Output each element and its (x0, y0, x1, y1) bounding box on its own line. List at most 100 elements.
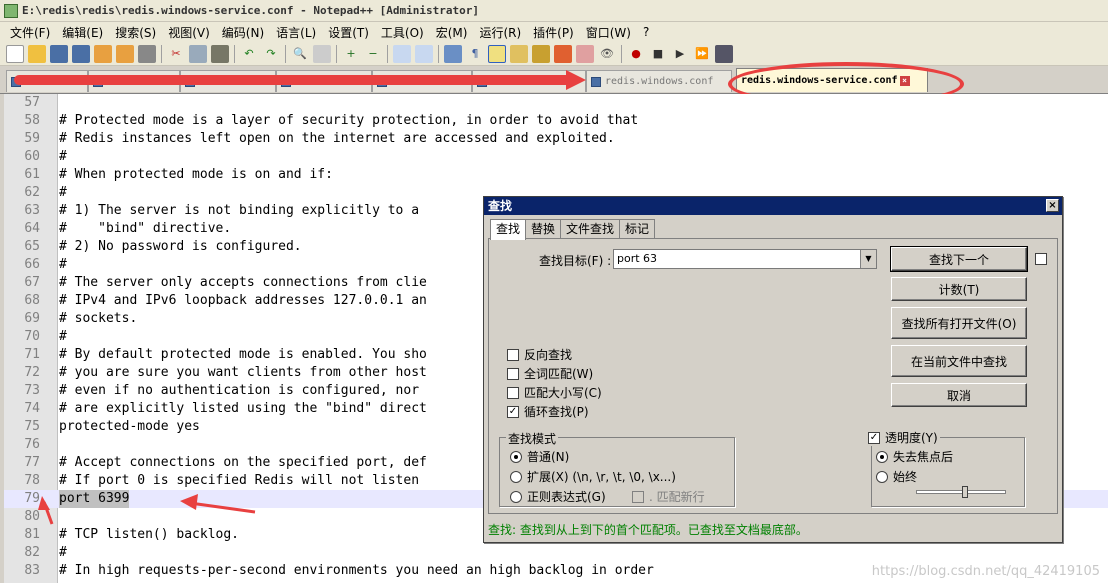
monitoring-icon[interactable]: 👁 (598, 45, 616, 63)
find-input[interactable]: port 63 ▼ (613, 249, 877, 269)
annotation-arrow-tabs (14, 75, 574, 85)
tab-replace[interactable]: 替换 (525, 219, 562, 239)
find-all-open-button[interactable]: 查找所有打开文件(O) (891, 307, 1027, 339)
toolbar-separator (336, 44, 337, 63)
run-macro-multiple-icon[interactable]: ⏩ (693, 45, 711, 63)
mode-regex-radio[interactable]: 正则表达式(G) (510, 488, 606, 505)
code-line[interactable]: 59 # Redis instances left open on the int… (4, 130, 1108, 148)
transparency-checkbox[interactable]: ✓ 透明度(Y) (868, 429, 940, 446)
close-icon[interactable]: × (1046, 199, 1059, 212)
find-input-value: port 63 (617, 252, 658, 265)
annotation-arrowhead-tabs (566, 70, 586, 90)
count-button[interactable]: 计数(T) (891, 277, 1027, 301)
zoom-in-icon[interactable]: + (342, 45, 360, 63)
record-macro-icon[interactable]: ● (627, 45, 645, 63)
show-all-chars-icon[interactable]: ¶ (466, 45, 484, 63)
toolbar-separator (387, 44, 388, 63)
undo-icon[interactable]: ↶ (240, 45, 258, 63)
function-list-icon[interactable] (554, 44, 572, 63)
paste-icon[interactable] (211, 44, 229, 63)
menu-settings[interactable]: 设置(T) (322, 24, 375, 41)
menu-view[interactable]: 视图(V) (162, 24, 216, 41)
cancel-button[interactable]: 取消 (891, 383, 1027, 407)
sync-v-scroll-icon[interactable] (393, 44, 411, 63)
toolbar-separator (234, 44, 235, 63)
tab-mark[interactable]: 标记 (619, 219, 656, 239)
always-radio[interactable]: 始终 (876, 468, 917, 485)
new-file-icon[interactable] (6, 44, 24, 63)
find-dialog: 查找 × 查找 替换 文件查找 标记 查找目标(F) : port 63 ▼ 查… (483, 196, 1063, 543)
search-match-highlight: port 6399 (59, 490, 130, 508)
menu-edit[interactable]: 编辑(E) (56, 24, 109, 41)
code-line[interactable]: 82 # (4, 544, 1108, 562)
window-title: E:\redis\redis\redis.windows-service.con… (22, 4, 479, 17)
title-bar: E:\redis\redis\redis.windows-service.con… (0, 0, 1108, 22)
menu-search[interactable]: 搜索(S) (109, 24, 162, 41)
menu-run[interactable]: 运行(R) (473, 24, 527, 41)
folder-workspace-icon[interactable] (576, 44, 594, 63)
menu-language[interactable]: 语言(L) (270, 24, 322, 41)
menu-plugins[interactable]: 插件(P) (527, 24, 580, 41)
find-status-text: 查找: 查找到从上到下的首个匹配项。已查找至文档最底部。 (488, 523, 808, 537)
doc-map-icon[interactable] (532, 44, 550, 63)
tab-redis-windows-conf[interactable]: redis.windows.conf (586, 70, 732, 92)
indent-guide-icon[interactable] (488, 44, 506, 63)
chevron-down-icon[interactable]: ▼ (860, 250, 876, 268)
code-line[interactable]: 57 (4, 94, 1108, 112)
find-next-extra-checkbox[interactable] (1035, 253, 1052, 265)
save-macro-icon[interactable] (715, 44, 733, 63)
cut-icon[interactable]: ✂ (167, 45, 185, 63)
udl-icon[interactable] (510, 44, 528, 63)
toolbar-separator (161, 44, 162, 63)
transparency-slider[interactable] (916, 490, 1006, 494)
redo-icon[interactable]: ↷ (262, 45, 280, 63)
match-case-checkbox[interactable]: 匹配大小写(C) (507, 384, 602, 401)
print-icon[interactable] (138, 44, 156, 63)
close-all-icon[interactable] (116, 44, 134, 63)
find-icon[interactable]: 🔍 (291, 45, 309, 63)
open-file-icon[interactable] (28, 44, 46, 63)
menu-help[interactable]: ? (637, 25, 655, 39)
menu-tools[interactable]: 工具(O) (375, 24, 430, 41)
stop-macro-icon[interactable]: ■ (649, 45, 667, 63)
tab-find-in-files[interactable]: 文件查找 (560, 219, 621, 239)
close-file-icon[interactable] (94, 44, 112, 63)
save-all-icon[interactable] (72, 44, 90, 63)
find-next-button[interactable]: 查找下一个 (890, 246, 1028, 272)
replace-icon[interactable] (313, 44, 331, 63)
tab-find[interactable]: 查找 (490, 219, 527, 240)
menu-window[interactable]: 窗口(W) (580, 24, 637, 41)
code-line[interactable]: 60 # (4, 148, 1108, 166)
sync-h-scroll-icon[interactable] (415, 44, 433, 63)
copy-icon[interactable] (189, 44, 207, 63)
save-state-icon (591, 76, 601, 87)
find-all-current-button[interactable]: 在当前文件中查找 (891, 345, 1027, 377)
menu-file[interactable]: 文件(F) (4, 24, 56, 41)
check-icon: ✓ (507, 405, 519, 418)
dialog-tabs: 查找 替换 文件查找 标记 (490, 219, 656, 240)
mode-normal-radio[interactable]: 普通(N) (510, 448, 569, 465)
watermark: https://blog.csdn.net/qq_42419105 (871, 564, 1100, 579)
wrap-around-checkbox[interactable]: ✓ 循环查找(P) (507, 403, 589, 420)
on-lose-focus-radio[interactable]: 失去焦点后 (876, 448, 953, 465)
backward-checkbox[interactable]: 反向查找 (507, 346, 572, 363)
save-icon[interactable] (50, 44, 68, 63)
mode-extended-radio[interactable]: 扩展(X) (\n, \r, \t, \0, \x...) (510, 468, 676, 485)
word-wrap-icon[interactable] (444, 44, 462, 63)
menu-macro[interactable]: 宏(M) (430, 24, 474, 41)
whole-word-checkbox[interactable]: 全词匹配(W) (507, 365, 593, 382)
zoom-out-icon[interactable]: − (364, 45, 382, 63)
dot-matches-newline-checkbox[interactable]: . 匹配新行 (632, 488, 705, 505)
dialog-title: 查找 (488, 199, 513, 213)
code-line[interactable]: 61 # When protected mode is on and if: (4, 166, 1108, 184)
notepad-plus-plus-icon (4, 3, 18, 18)
play-macro-icon[interactable]: ▶ (671, 45, 689, 63)
find-tab-panel: 查找目标(F) : port 63 ▼ 查找下一个 计数(T) 查找所有打开文件… (488, 238, 1058, 514)
menu-encoding[interactable]: 编码(N) (216, 24, 270, 41)
tab-label: redis.windows.conf (605, 76, 714, 87)
toolbar-separator (621, 44, 622, 63)
transparency-slider-thumb[interactable] (962, 486, 969, 498)
find-target-label: 查找目标(F) : (539, 254, 612, 268)
code-line[interactable]: 58 # Protected mode is a layer of securit… (4, 112, 1108, 130)
toolbar-separator (438, 44, 439, 63)
